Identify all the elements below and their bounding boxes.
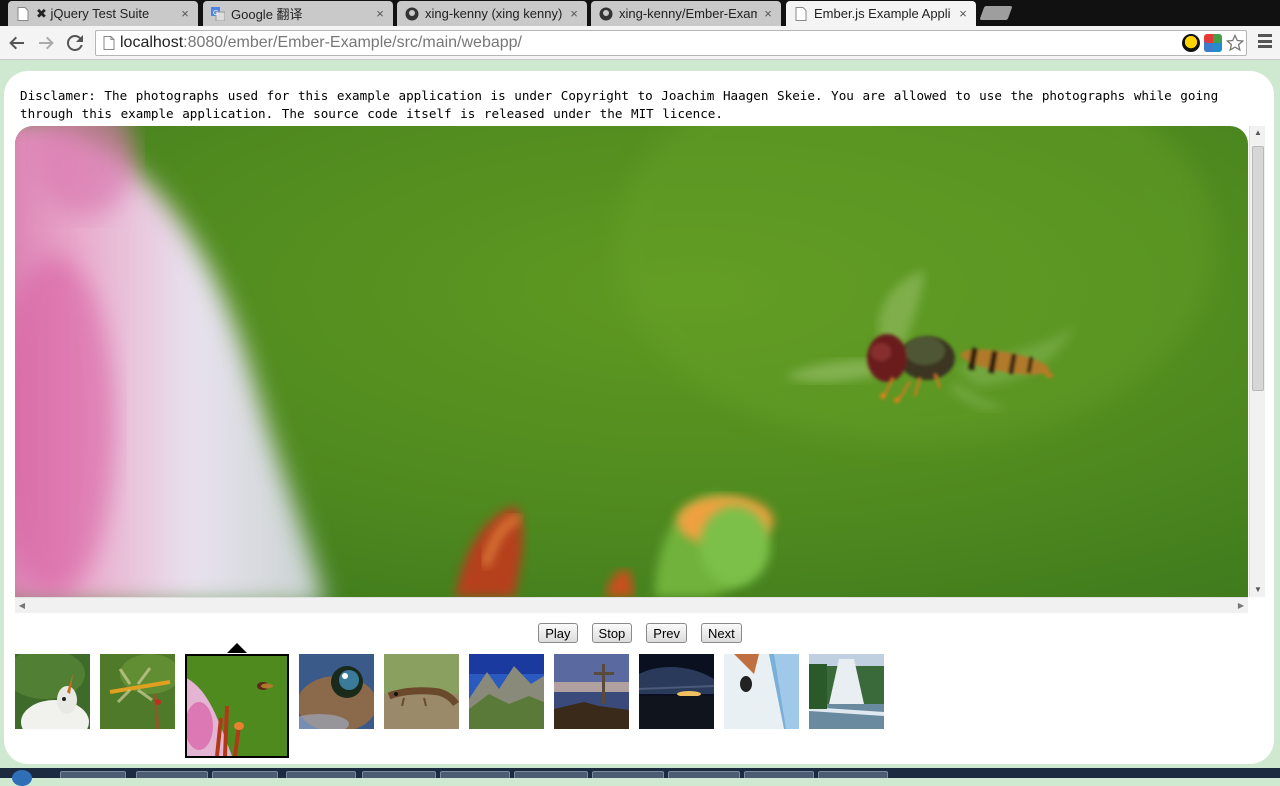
scroll-down-icon[interactable]: ▼ [1250,583,1266,597]
taskbar-item[interactable] [592,771,664,778]
thumbnail-frog-eye[interactable] [299,654,374,729]
main-photo [15,126,1248,597]
prev-button[interactable]: Prev [646,623,688,643]
tab-close-icon[interactable]: × [178,6,192,21]
page-icon [98,36,120,50]
tab-google-translate[interactable]: G Google 翻译 × [203,1,393,26]
scroll-right-icon[interactable]: ▶ [1234,598,1248,614]
horizontal-scrollbar[interactable]: ◀ ▶ [15,597,1248,613]
tab-github-profile[interactable]: xing-kenny (xing kenny) × [397,1,587,26]
forward-icon[interactable] [35,32,57,54]
thumbnail-goat[interactable] [724,654,799,729]
new-tab-button[interactable] [979,6,1013,20]
hoverfly-photo-image [15,126,1248,597]
hoverfly-lily-thumbnail-image [187,656,287,756]
vertical-scrollbar[interactable]: ▲ ▼ [1249,126,1265,597]
reload-icon[interactable] [64,32,86,54]
thumbnail-mountains[interactable] [469,654,544,729]
svg-text:G: G [213,10,218,17]
tab-title: xing-kenny/Ember-Exam [619,6,757,21]
waterfall-thumbnail-image [809,654,884,729]
back-icon[interactable] [6,32,28,54]
browser-toolbar: localhost:8080/ember/Ember-Example/src/m… [0,26,1280,60]
extension-icon[interactable] [1204,34,1222,52]
url-path: :8080/ember/Ember-Example/src/main/webap… [183,34,522,51]
slideshow-controls: Play Stop Prev Next [4,623,1274,643]
scroll-left-icon[interactable]: ◀ [15,598,29,614]
url-text: localhost:8080/ember/Ember-Example/src/m… [120,34,522,52]
tab-github-repo[interactable]: xing-kenny/Ember-Exam × [591,1,781,26]
taskbar-item[interactable] [514,771,588,778]
summit-cross-thumbnail-image [554,654,629,729]
stop-button[interactable]: Stop [591,623,633,643]
sunset-thumbnail-image [639,654,714,729]
taskbar-item[interactable] [744,771,814,778]
tab-close-icon[interactable]: × [761,6,775,21]
tab-strip: ✖ jQuery Test Suite × G Google 翻译 × xing… [0,0,1280,26]
thumbnail-dragonfly[interactable] [100,654,175,729]
taskbar-item[interactable] [818,771,888,778]
thumbnail-bird[interactable] [15,654,90,729]
taskbar-item[interactable] [440,771,510,778]
thumbnail-summit-cross[interactable] [554,654,629,729]
tab-title: Ember.js Example Appli [814,6,951,21]
scroll-up-icon[interactable]: ▲ [1250,126,1266,140]
play-button[interactable]: Play [538,623,578,643]
taskbar-item[interactable] [286,771,356,778]
thumbnail-strip [15,643,1255,761]
thumbnail-hoverfly-lily[interactable] [185,654,289,758]
tab-close-icon[interactable]: × [956,6,970,21]
taskbar-item[interactable] [668,771,740,778]
google-translate-icon: G [211,6,225,21]
bird-thumbnail-image [15,654,90,729]
taskbar-item[interactable] [212,771,278,778]
thumbnail-waterfall[interactable] [809,654,884,729]
omnibox-icons [1182,34,1244,52]
page-content: Disclamer: The photographs used for this… [4,71,1274,764]
start-button-icon[interactable] [12,770,32,786]
lizard-thumbnail-image [384,654,459,729]
tab-close-icon[interactable]: × [373,6,387,21]
tab-title: xing-kenny (xing kenny) [425,6,563,21]
os-taskbar [0,768,1280,786]
mountains-thumbnail-image [469,654,544,729]
github-icon [405,7,419,21]
next-button[interactable]: Next [701,623,742,643]
taskbar-item[interactable] [136,771,208,778]
goat-thumbnail-image [724,654,799,729]
thumbnail-lizard[interactable] [384,654,459,729]
tab-title: Google 翻译 [231,7,303,22]
dragonfly-thumbnail-image [100,654,175,729]
tab-ember-example[interactable]: Ember.js Example Appli × [786,1,976,26]
thumbnail-sunset[interactable] [639,654,714,729]
page-icon [16,6,30,21]
extension-icon[interactable] [1182,34,1200,52]
frog-eye-thumbnail-image [299,654,374,729]
bookmark-star-icon[interactable] [1226,34,1244,52]
taskbar-item[interactable] [60,771,126,778]
url-host: localhost [120,34,184,51]
scrollbar-thumb[interactable] [1252,146,1264,391]
taskbar-item[interactable] [362,771,436,778]
tab-close-icon[interactable]: × [567,6,581,21]
menu-icon[interactable] [1258,34,1272,48]
address-bar[interactable]: localhost:8080/ember/Ember-Example/src/m… [95,30,1247,56]
page-icon [794,6,808,21]
photo-viewport[interactable]: ▲ ▼ ◀ ▶ [15,126,1265,613]
tab-title: ✖ jQuery Test Suite [36,5,150,21]
github-icon [599,7,613,21]
tab-jquery-test-suite[interactable]: ✖ jQuery Test Suite × [8,1,198,26]
selected-thumbnail-indicator-icon [227,643,247,653]
disclaimer-text: Disclamer: The photographs used for this… [20,88,1219,121]
